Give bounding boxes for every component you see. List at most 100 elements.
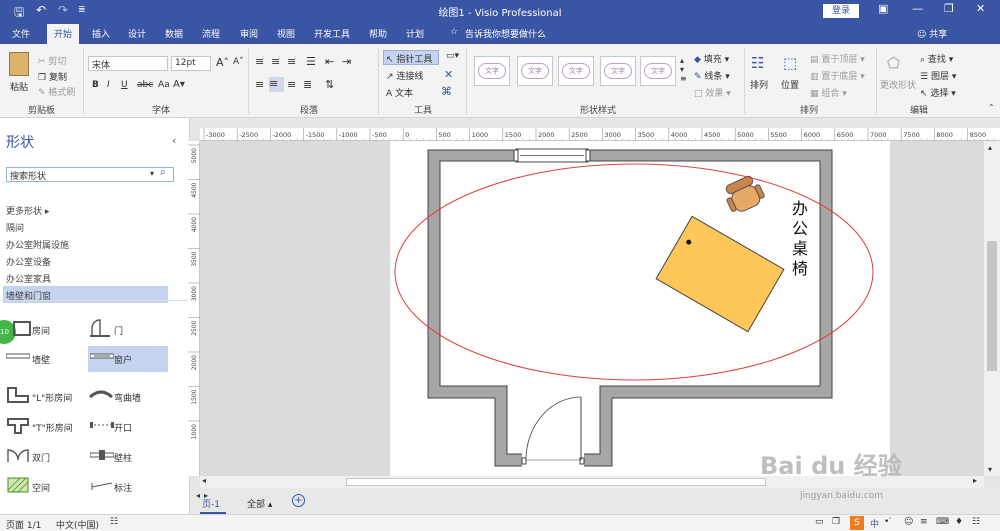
shape-opening[interactable]: 开口 xyxy=(114,421,132,434)
close-icon[interactable]: ✕ xyxy=(976,2,985,15)
menu-plan[interactable]: 计划 xyxy=(406,27,424,40)
room-icon[interactable] xyxy=(12,320,32,338)
menu-insert[interactable]: 插入 xyxy=(92,27,110,40)
menu-process[interactable]: 流程 xyxy=(202,27,220,40)
font-color-icon[interactable]: A▾ xyxy=(173,79,185,90)
bullets-icon[interactable]: ☰ xyxy=(306,55,316,68)
arrange-icon[interactable]: ☷ xyxy=(751,54,764,72)
annotation-text[interactable]: 办公桌椅 xyxy=(792,199,810,279)
font-size-select[interactable]: 12pt xyxy=(171,56,211,71)
cut-button[interactable]: ✂ 剪切 xyxy=(38,54,66,67)
menu-file[interactable]: 文件 xyxy=(12,27,30,40)
scroll-right-icon[interactable]: ▸ xyxy=(973,476,977,485)
search-icon[interactable]: ⌕ xyxy=(160,167,166,178)
more-shapes-item[interactable]: 更多形状 ▸ xyxy=(6,204,49,217)
arrange-button[interactable]: 排列 xyxy=(750,78,768,91)
format-painter-button[interactable]: ✎ 格式刷 xyxy=(38,85,75,98)
menu-review[interactable]: 审阅 xyxy=(240,27,258,40)
add-page-icon[interactable]: + xyxy=(292,494,305,507)
position-button[interactable]: 位置 xyxy=(781,78,799,91)
text-tool-button[interactable]: A 文本 xyxy=(386,86,413,99)
emoji-icon[interactable]: ☺ xyxy=(904,517,913,527)
switch-window-icon[interactable]: ❐ xyxy=(832,517,840,527)
h-scroll-thumb[interactable] xyxy=(346,478,766,486)
stencil-item[interactable]: 办公室家具 xyxy=(6,272,51,285)
dimension-icon[interactable] xyxy=(90,479,114,491)
double-door-icon[interactable] xyxy=(6,446,30,464)
tab-all-pages[interactable]: 全部 ▴ xyxy=(247,497,272,510)
scroll-up-icon[interactable]: ▴ xyxy=(988,143,992,152)
align-center-icon[interactable]: ≡ xyxy=(269,77,284,92)
select-button[interactable]: ↖ 选择 ▾ xyxy=(920,86,956,99)
collapse-ribbon-icon[interactable]: ⌃ xyxy=(988,103,995,112)
crop-icon[interactable]: ⌘ xyxy=(441,85,452,98)
italic-icon[interactable]: I xyxy=(107,80,110,90)
group-button[interactable]: ▦ 组合 ▾ xyxy=(810,86,847,99)
stencil-item[interactable]: 办公室设备 xyxy=(6,255,51,268)
l-room-icon[interactable] xyxy=(6,386,30,404)
gallery-scroll-icon[interactable]: ▴ ▾ ≡ xyxy=(680,56,687,83)
ime-mode-icon[interactable]: 中 xyxy=(870,517,879,530)
ime-s-icon[interactable]: S xyxy=(850,516,864,530)
copy-button[interactable]: ❐ 复制 xyxy=(38,70,67,83)
space-icon[interactable] xyxy=(6,476,30,494)
increase-indent-icon[interactable]: ⇥ xyxy=(342,55,351,68)
opening-icon[interactable] xyxy=(90,420,114,430)
line-button[interactable]: ✎ 线条 ▾ xyxy=(694,69,730,82)
underline-icon[interactable]: U xyxy=(121,80,128,90)
pointer-tool-button[interactable]: ↖ 指针工具 xyxy=(383,50,439,65)
ribbon-display-icon[interactable]: ▣ xyxy=(878,2,888,15)
effects-button[interactable]: □ 效果 ▾ xyxy=(694,86,731,99)
restore-icon[interactable]: ❐ xyxy=(944,2,954,15)
page-number[interactable]: 页面 1/1 xyxy=(6,518,41,531)
tell-me-search[interactable]: 告诉我你想要做什么 xyxy=(465,27,546,40)
search-dropdown-icon[interactable]: ▾ xyxy=(150,169,154,178)
change-case-icon[interactable]: Aa xyxy=(158,80,170,90)
rectangle-shape-icon[interactable]: ▭▾ xyxy=(446,51,459,61)
menu-design[interactable]: 设计 xyxy=(128,27,146,40)
style-gallery-item[interactable]: 文字 xyxy=(600,56,636,86)
drawing-canvas[interactable]: 办公桌椅 xyxy=(200,141,984,476)
change-shape-icon[interactable]: ⬠ xyxy=(887,54,900,72)
style-gallery-item[interactable]: 文字 xyxy=(640,56,676,86)
shape-door[interactable]: 门 xyxy=(114,324,123,337)
shape-curved-wall[interactable]: 弯曲墙 xyxy=(114,391,141,404)
font-name-select[interactable]: 宋体 xyxy=(88,56,168,71)
strikethrough-icon[interactable]: abc xyxy=(137,80,153,90)
style-gallery-item[interactable]: 文字 xyxy=(558,56,594,86)
style-gallery-item[interactable]: 文字 xyxy=(474,56,510,86)
t-room-icon[interactable] xyxy=(6,417,30,435)
bring-to-front-button[interactable]: ▤ 置于顶层 ▾ xyxy=(810,52,865,65)
scroll-down-icon[interactable]: ▾ xyxy=(988,465,992,474)
scroll-left-icon[interactable]: ◂ xyxy=(202,476,206,485)
shape-l-room[interactable]: "L"形房间 xyxy=(32,391,72,404)
shape-double-door[interactable]: 双门 xyxy=(32,451,50,464)
text-direction-icon[interactable]: ⇅ xyxy=(325,78,334,91)
macro-icon[interactable]: ☷ xyxy=(110,517,118,527)
share-button[interactable]: ☺ 共享 xyxy=(917,27,947,40)
mic-icon[interactable]: ≡ xyxy=(920,517,928,527)
menu-help[interactable]: 帮助 xyxy=(369,27,387,40)
align-middle-icon[interactable]: ≡ xyxy=(271,55,280,68)
login-button[interactable]: 登录 xyxy=(823,4,859,18)
decrease-indent-icon[interactable]: ⇤ xyxy=(325,55,334,68)
door-icon[interactable] xyxy=(90,318,112,338)
shirt-icon[interactable]: ♦ xyxy=(955,517,963,527)
collapse-pane-icon[interactable]: ‹ xyxy=(172,134,176,147)
change-shape-button[interactable]: 更改形状 xyxy=(880,78,916,91)
menu-data[interactable]: 数据 xyxy=(165,27,183,40)
window-icon[interactable] xyxy=(90,351,114,361)
layers-button[interactable]: ☰ 图层 ▾ xyxy=(920,69,956,82)
menu-home[interactable]: 开始 xyxy=(47,24,80,44)
shape-dimension[interactable]: 标注 xyxy=(114,481,132,494)
language[interactable]: 中文(中国) xyxy=(56,518,99,531)
curved-wall-icon[interactable] xyxy=(88,387,114,401)
shape-wall[interactable]: 墙壁 xyxy=(32,353,50,366)
justify-icon[interactable]: ≣ xyxy=(303,78,312,91)
minimize-icon[interactable]: — xyxy=(912,2,923,15)
align-bottom-icon[interactable]: ≡ xyxy=(287,55,296,68)
connector-button[interactable]: ↗ 连接线 xyxy=(386,69,423,82)
shrink-font-icon[interactable]: A˅ xyxy=(233,57,244,67)
menu-view[interactable]: 视图 xyxy=(277,27,295,40)
position-icon[interactable]: ⬚ xyxy=(783,54,797,72)
